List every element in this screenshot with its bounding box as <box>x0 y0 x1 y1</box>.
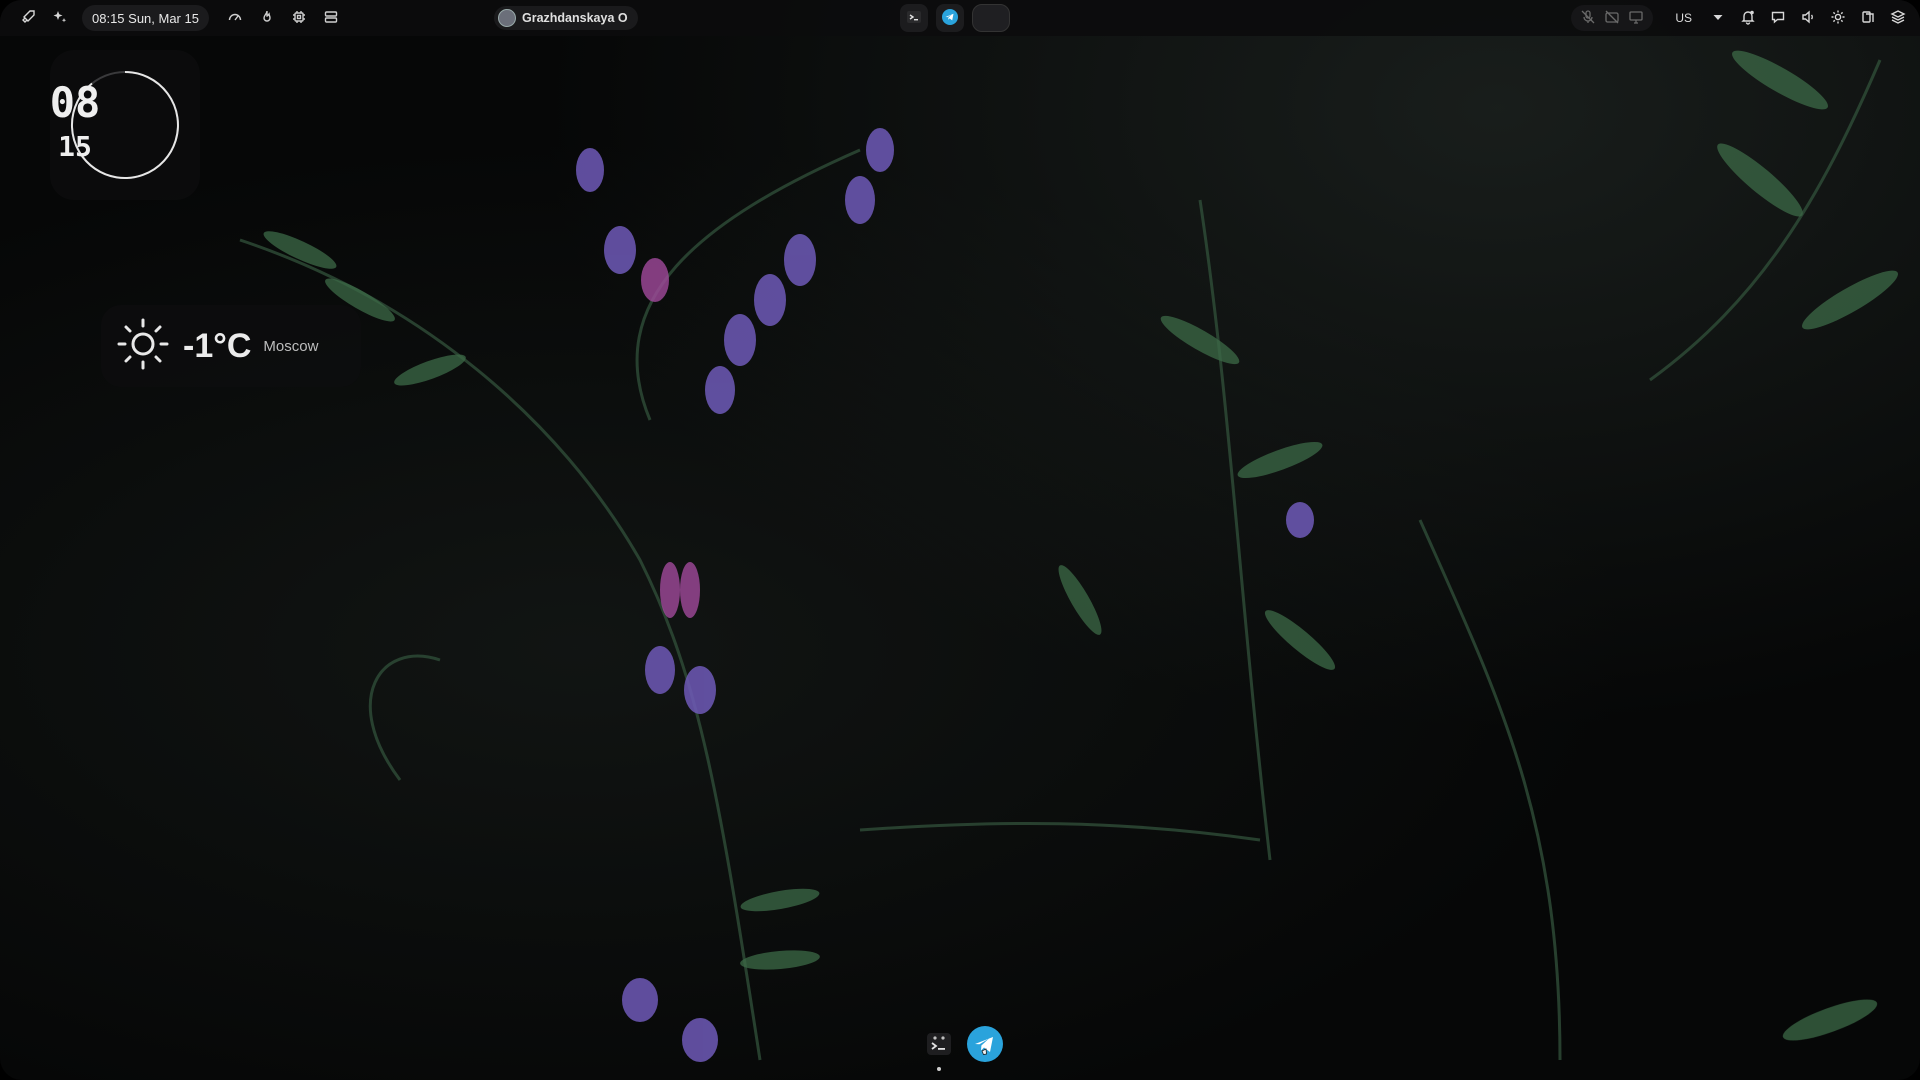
resource-indicator[interactable] <box>221 4 249 32</box>
sun-icon <box>113 314 173 379</box>
privacy-indicators <box>1571 4 1654 32</box>
top-bar-right: US <box>1571 0 1912 36</box>
notifications-button[interactable] <box>1734 4 1762 32</box>
ai-assistant-button[interactable] <box>46 4 74 32</box>
resource-indicator[interactable] <box>317 4 345 32</box>
sparkles-icon <box>52 9 68 28</box>
workspace-indicator[interactable] <box>972 4 1010 32</box>
taskbar-terminal-button[interactable] <box>900 4 928 32</box>
rocket-icon <box>20 9 36 28</box>
resource-indicator[interactable] <box>253 4 281 32</box>
mic-off-indicator[interactable] <box>1577 4 1599 32</box>
media-title: Grazhdanskaya O <box>522 11 628 25</box>
top-bar-left: 08:15 Sun, Mar 15 <box>14 0 345 36</box>
keyboard-layout-button[interactable]: US <box>1665 4 1702 32</box>
bell-icon <box>1740 9 1756 28</box>
cpu-icon <box>291 9 307 28</box>
volume-button[interactable] <box>1794 4 1822 32</box>
media-player-pill[interactable]: Grazhdanskaya O <box>494 6 638 30</box>
flame-icon <box>259 9 275 28</box>
control-center-button[interactable] <box>1884 4 1912 32</box>
terminal-icon <box>924 1029 954 1064</box>
datetime-text: 08:15 Sun, Mar 15 <box>92 10 199 26</box>
weather-city: Moscow <box>263 337 319 355</box>
camera-off-indicator[interactable] <box>1601 4 1623 32</box>
screen-share-indicator[interactable] <box>1625 4 1647 32</box>
running-indicator <box>937 1067 941 1071</box>
dock-telegram[interactable] <box>966 1025 1004 1068</box>
wallpaper <box>239 50 1899 1062</box>
clock-minutes: 15 <box>58 130 92 163</box>
terminal-icon <box>905 8 923 29</box>
message-icon <box>1770 9 1786 28</box>
dock-terminal[interactable] <box>920 1027 958 1071</box>
telegram-icon <box>966 1025 1004 1068</box>
clipboard-button[interactable] <box>1854 4 1882 32</box>
telegram-icon <box>941 8 959 29</box>
taskbar-telegram-button[interactable] <box>936 4 964 32</box>
system-resources <box>221 4 345 32</box>
brightness-button[interactable] <box>1824 4 1852 32</box>
storage-icon <box>323 9 339 28</box>
weather-temperature: -1°C <box>183 326 252 365</box>
dock <box>920 1022 1004 1071</box>
caret-down-icon <box>1710 9 1726 28</box>
resource-indicator[interactable] <box>285 4 313 32</box>
datetime-pill[interactable]: 08:15 Sun, Mar 15 <box>82 5 209 31</box>
keyboard-layout-text: US <box>1675 11 1692 25</box>
tray-expand-button[interactable] <box>1704 4 1732 32</box>
brightness-icon <box>1830 9 1846 28</box>
launcher-button[interactable] <box>14 4 42 32</box>
speaker-icon <box>1800 9 1816 28</box>
media-area: Grazhdanskaya O <box>494 0 638 36</box>
clipboard-icon <box>1860 9 1876 28</box>
running-apps <box>900 0 1010 36</box>
clock-hours: 08 <box>49 78 101 127</box>
chat-button[interactable] <box>1764 4 1792 32</box>
camera-off-icon <box>1604 9 1620 28</box>
top-bar: 08:15 Sun, Mar 15 Grazhdanskaya O US <box>0 0 1920 36</box>
mic-off-icon <box>1580 9 1596 28</box>
stack-icon <box>1890 9 1906 28</box>
monitor-icon <box>1628 9 1644 28</box>
weather-widget: -1°C Moscow <box>101 305 361 387</box>
gauge-icon <box>227 9 243 28</box>
desktop: 08:15 Sun, Mar 15 Grazhdanskaya O US 08 … <box>0 0 1920 1080</box>
album-art-icon <box>498 9 516 27</box>
